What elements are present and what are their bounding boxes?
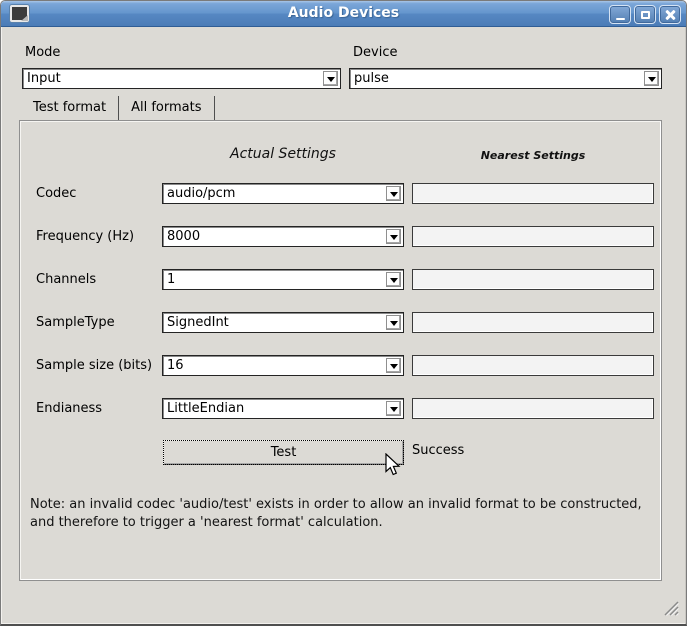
sampletype-label: SampleType: [36, 312, 115, 333]
samplesize-combobox[interactable]: 16: [162, 355, 404, 376]
samplesize-label: Sample size (bits): [36, 355, 152, 376]
chevron-down-icon[interactable]: [386, 186, 401, 201]
frequency-label: Frequency (Hz): [36, 226, 134, 247]
test-button[interactable]: Test: [163, 440, 404, 465]
minimize-button[interactable]: [609, 5, 631, 24]
resize-grip-icon[interactable]: [661, 600, 679, 616]
note-line-2: and therefore to trigger a 'nearest form…: [30, 514, 655, 532]
frequency-combobox[interactable]: 8000: [162, 226, 404, 247]
samplesize-nearest-field: [412, 355, 654, 376]
chevron-down-icon[interactable]: [386, 315, 401, 330]
mode-combobox[interactable]: Input: [22, 68, 341, 89]
chevron-down-icon[interactable]: [323, 71, 338, 86]
close-icon: [665, 10, 675, 20]
sampletype-value: SignedInt: [167, 313, 383, 332]
tab-all-formats[interactable]: All formats: [119, 96, 214, 120]
status-label: Success: [412, 443, 464, 458]
tab-test-format[interactable]: Test format: [21, 96, 119, 120]
note-line-1: Note: an invalid codec 'audio/test' exis…: [30, 496, 655, 514]
codec-value: audio/pcm: [167, 184, 383, 203]
samplesize-value: 16: [167, 356, 383, 375]
actual-settings-header: Actual Settings: [162, 146, 404, 162]
frequency-nearest-field: [412, 226, 654, 247]
codec-nearest-field: [412, 183, 654, 204]
endianess-value: LittleEndian: [167, 399, 383, 418]
chevron-down-icon[interactable]: [386, 358, 401, 373]
device-label: Device: [353, 45, 397, 60]
test-format-panel: Actual Settings Nearest Settings Codec a…: [19, 120, 662, 581]
mode-value: Input: [27, 69, 320, 88]
sampletype-combobox[interactable]: SignedInt: [162, 312, 404, 333]
sampletype-nearest-field: [412, 312, 654, 333]
codec-label: Codec: [36, 183, 76, 204]
maximize-button[interactable]: [634, 5, 656, 24]
chevron-down-icon[interactable]: [386, 229, 401, 244]
minimize-icon: [616, 18, 625, 20]
codec-combobox[interactable]: audio/pcm: [162, 183, 404, 204]
note-text: Note: an invalid codec 'audio/test' exis…: [30, 496, 655, 532]
window-title: Audio Devices: [1, 5, 686, 21]
channels-nearest-field: [412, 269, 654, 290]
channels-combobox[interactable]: 1: [162, 269, 404, 290]
endianess-combobox[interactable]: LittleEndian: [162, 398, 404, 419]
close-button[interactable]: [659, 5, 681, 24]
mode-label: Mode: [25, 45, 60, 60]
endianess-label: Endianess: [36, 398, 102, 419]
titlebar[interactable]: Audio Devices: [1, 1, 686, 27]
tabbar: Test format All formats: [21, 96, 215, 120]
channels-value: 1: [167, 270, 383, 289]
maximize-icon: [641, 11, 650, 19]
device-combobox[interactable]: pulse: [349, 68, 662, 89]
endianess-nearest-field: [412, 398, 654, 419]
audio-devices-window: Audio Devices Mode Input Device pulse Te…: [0, 0, 687, 626]
frequency-value: 8000: [167, 227, 383, 246]
nearest-settings-header: Nearest Settings: [412, 149, 654, 162]
chevron-down-icon[interactable]: [386, 401, 401, 416]
device-value: pulse: [354, 69, 641, 88]
chevron-down-icon[interactable]: [644, 71, 659, 86]
chevron-down-icon[interactable]: [386, 272, 401, 287]
channels-label: Channels: [36, 269, 96, 290]
